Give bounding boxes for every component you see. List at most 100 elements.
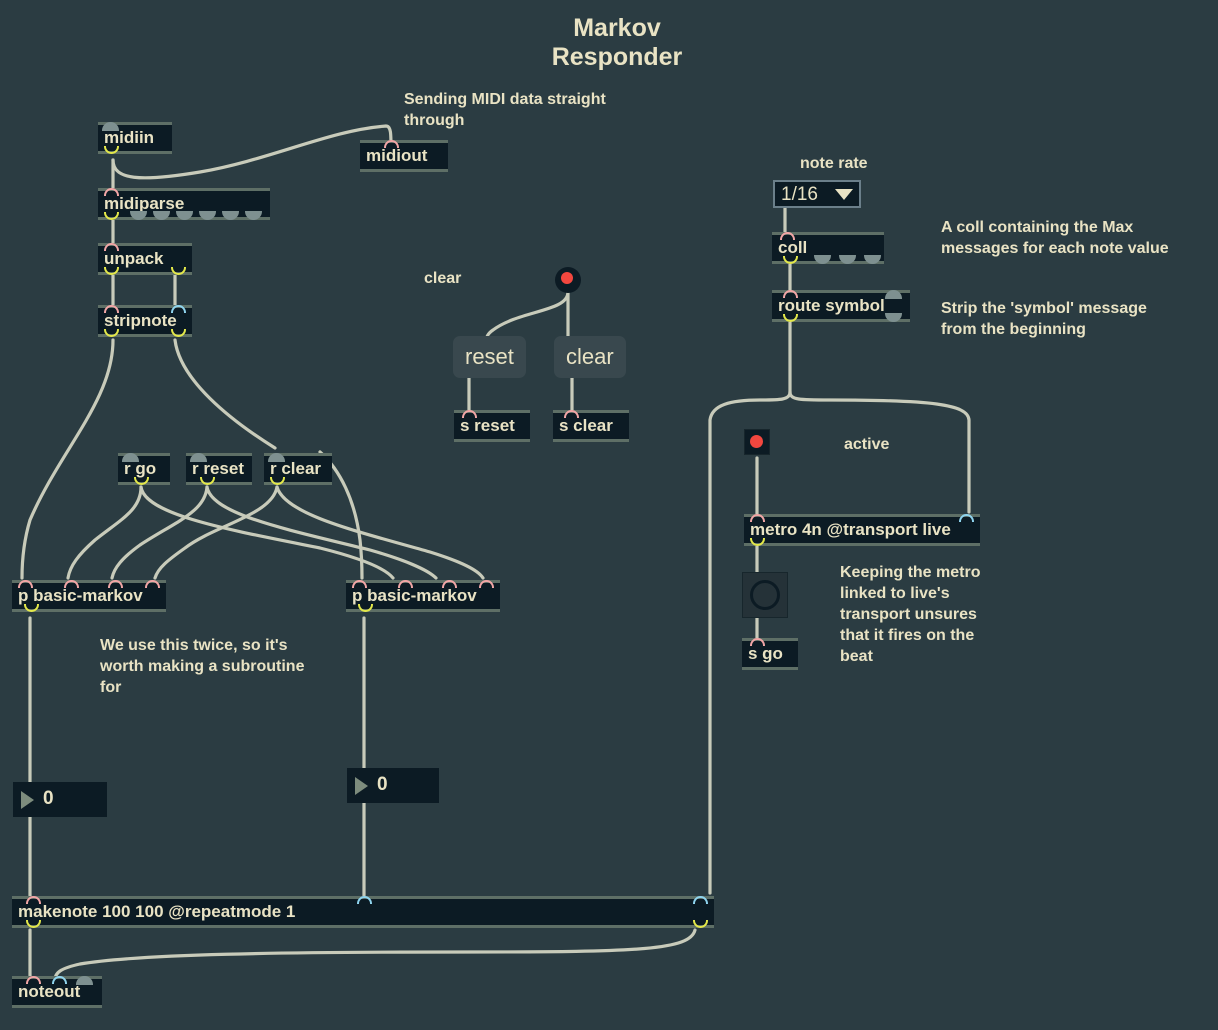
inlet[interactable] [384,140,399,148]
patch-cords-layer [20,124,971,982]
inlet[interactable] [104,243,119,251]
object-p-basic-markov-right[interactable]: p basic-markov [346,580,500,612]
object-text: metro 4n @transport live [744,517,980,543]
inlet[interactable] [398,580,413,588]
page-title: Markov Responder [551,14,683,71]
outlet[interactable] [104,212,119,220]
outlet[interactable] [134,477,149,485]
outlet[interactable] [750,538,765,546]
inlet[interactable] [693,896,708,904]
outlet[interactable] [783,314,798,322]
inlet[interactable] [122,453,139,462]
outlet[interactable] [814,255,831,264]
inlet[interactable] [462,410,477,418]
inlet[interactable] [52,976,67,984]
object-s-go[interactable]: s go [742,638,798,670]
comment-route-note: Strip the 'symbol' message from the begi… [941,300,1147,338]
inlet[interactable] [268,453,285,462]
outlet[interactable] [104,146,119,154]
comment-active: active [844,436,890,453]
bang-circle-icon [750,580,780,610]
object-midiin[interactable]: midiin [98,122,172,154]
inlet[interactable] [108,580,123,588]
object-unpack[interactable]: unpack [98,243,192,275]
inlet[interactable] [18,580,33,588]
inlet[interactable] [76,976,93,985]
object-r-go[interactable]: r go [118,453,170,485]
inlet[interactable] [104,188,119,196]
inlet[interactable] [104,305,119,313]
inlet[interactable] [479,580,494,588]
number-box-left[interactable]: 0 [13,782,107,817]
inlet[interactable] [357,896,372,904]
object-s-reset[interactable]: s reset [454,410,530,442]
inlet[interactable] [145,580,160,588]
outlet[interactable] [783,256,798,264]
bang-indicator [561,272,573,284]
bang-clear-trigger[interactable] [555,267,581,293]
message-reset[interactable]: reset [453,336,526,378]
outlet[interactable] [26,920,41,928]
object-midiparse[interactable]: midiparse [98,188,270,220]
number-triangle-icon [355,776,368,795]
number-value: 0 [43,788,54,809]
note-rate-dropdown[interactable]: 1/16 [773,180,861,208]
max-patcher-canvas[interactable]: Markov Responder Sending MIDI data strai… [0,0,1218,1030]
inlet[interactable] [750,638,765,646]
inlet[interactable] [750,514,765,522]
outlet[interactable] [245,211,262,220]
inlet[interactable] [783,290,798,298]
object-r-clear[interactable]: r clear [264,453,332,485]
outlet[interactable] [839,255,856,264]
comment-midi-through: Sending MIDI data straight through [404,91,606,129]
object-makenote[interactable]: makenote 100 100 @repeatmode 1 [12,896,714,928]
toggle-metro-active[interactable] [744,429,770,455]
outlet[interactable] [864,255,881,264]
inlet[interactable] [442,580,457,588]
outlet[interactable] [171,329,186,337]
inlet[interactable] [64,580,79,588]
outlet[interactable] [358,604,373,612]
inlet[interactable] [780,232,795,240]
outlet[interactable] [200,477,215,485]
outlet[interactable] [24,604,39,612]
inlet[interactable] [26,896,41,904]
outlet[interactable] [104,329,119,337]
outlet[interactable] [176,211,193,220]
comment-clear: clear [424,270,462,287]
outlet[interactable] [171,267,186,275]
object-metro[interactable]: metro 4n @transport live [744,514,980,546]
outlet[interactable] [199,211,216,220]
outlet[interactable] [130,211,147,220]
inlet[interactable] [26,976,41,984]
comment-coll-note: A coll containing the Max messages for e… [941,219,1169,257]
outlet[interactable] [104,267,119,275]
object-r-reset[interactable]: r reset [186,453,252,485]
inlet[interactable] [102,122,119,131]
object-stripnote[interactable]: stripnote [98,305,192,337]
inlet[interactable] [959,514,974,522]
inlet[interactable] [564,410,579,418]
inlet[interactable] [171,305,186,313]
outlet[interactable] [693,920,708,928]
object-s-clear[interactable]: s clear [553,410,629,442]
object-coll[interactable]: coll [772,232,884,264]
comment-note-rate: note rate [800,155,868,172]
inlet[interactable] [190,453,207,462]
number-box-right[interactable]: 0 [347,768,439,803]
object-midiout[interactable]: midiout [360,140,448,172]
object-noteout[interactable]: noteout [12,976,102,1008]
outlet[interactable] [222,211,239,220]
outlet[interactable] [270,477,285,485]
chevron-down-icon [835,188,853,200]
outlet[interactable] [153,211,170,220]
outlet[interactable] [885,313,902,322]
button-bang[interactable] [742,572,788,618]
object-p-basic-markov-left[interactable]: p basic-markov [12,580,166,612]
comment-subroutine: We use this twice, so it's worth making … [100,637,305,696]
inlet[interactable] [352,580,367,588]
inlet[interactable] [885,290,902,299]
object-route-symbol[interactable]: route symbol [772,290,910,322]
message-clear[interactable]: clear [554,336,626,378]
comment-metro-note: Keeping the metro linked to live's trans… [840,564,981,665]
